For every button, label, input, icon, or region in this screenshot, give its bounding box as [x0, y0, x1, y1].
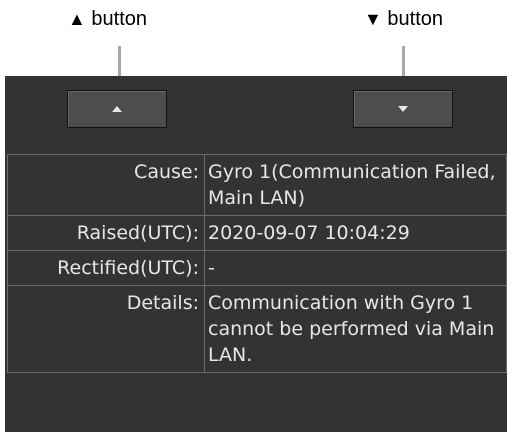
up-button-callout-label: ▲ button	[68, 8, 147, 31]
raised-utc-value: 2020-09-07 10:04:29	[204, 215, 507, 251]
scroll-up-button[interactable]	[67, 90, 167, 128]
down-triangle-glyph: ▼	[364, 9, 382, 29]
table-row-rectified: Rectified(UTC): -	[7, 250, 507, 286]
table-row-details: Details: Communication with Gyro 1 canno…	[7, 285, 507, 373]
alert-info-table: Cause: Gyro 1(Communication Failed, Main…	[7, 154, 507, 373]
up-callout-text: button	[91, 8, 147, 30]
table-row-raised: Raised(UTC): 2020-09-07 10:04:29	[7, 215, 507, 251]
details-value: Communication with Gyro 1 cannot be perf…	[204, 285, 507, 373]
scroll-down-button[interactable]	[353, 90, 453, 128]
raised-utc-label: Raised(UTC):	[7, 215, 205, 251]
rectified-utc-value: -	[204, 250, 507, 286]
down-button-callout-label: ▼ button	[364, 8, 443, 31]
alert-detail-panel: Cause: Gyro 1(Communication Failed, Main…	[5, 76, 507, 432]
cause-value: Gyro 1(Communication Failed, Main LAN)	[204, 154, 507, 216]
down-callout-text: button	[387, 8, 443, 30]
up-triangle-glyph: ▲	[68, 9, 86, 29]
triangle-down-icon	[398, 106, 408, 112]
triangle-up-icon	[112, 106, 122, 112]
rectified-utc-label: Rectified(UTC):	[7, 250, 205, 286]
cause-label: Cause:	[7, 154, 205, 216]
table-row-cause: Cause: Gyro 1(Communication Failed, Main…	[7, 154, 507, 216]
details-label: Details:	[7, 285, 205, 373]
